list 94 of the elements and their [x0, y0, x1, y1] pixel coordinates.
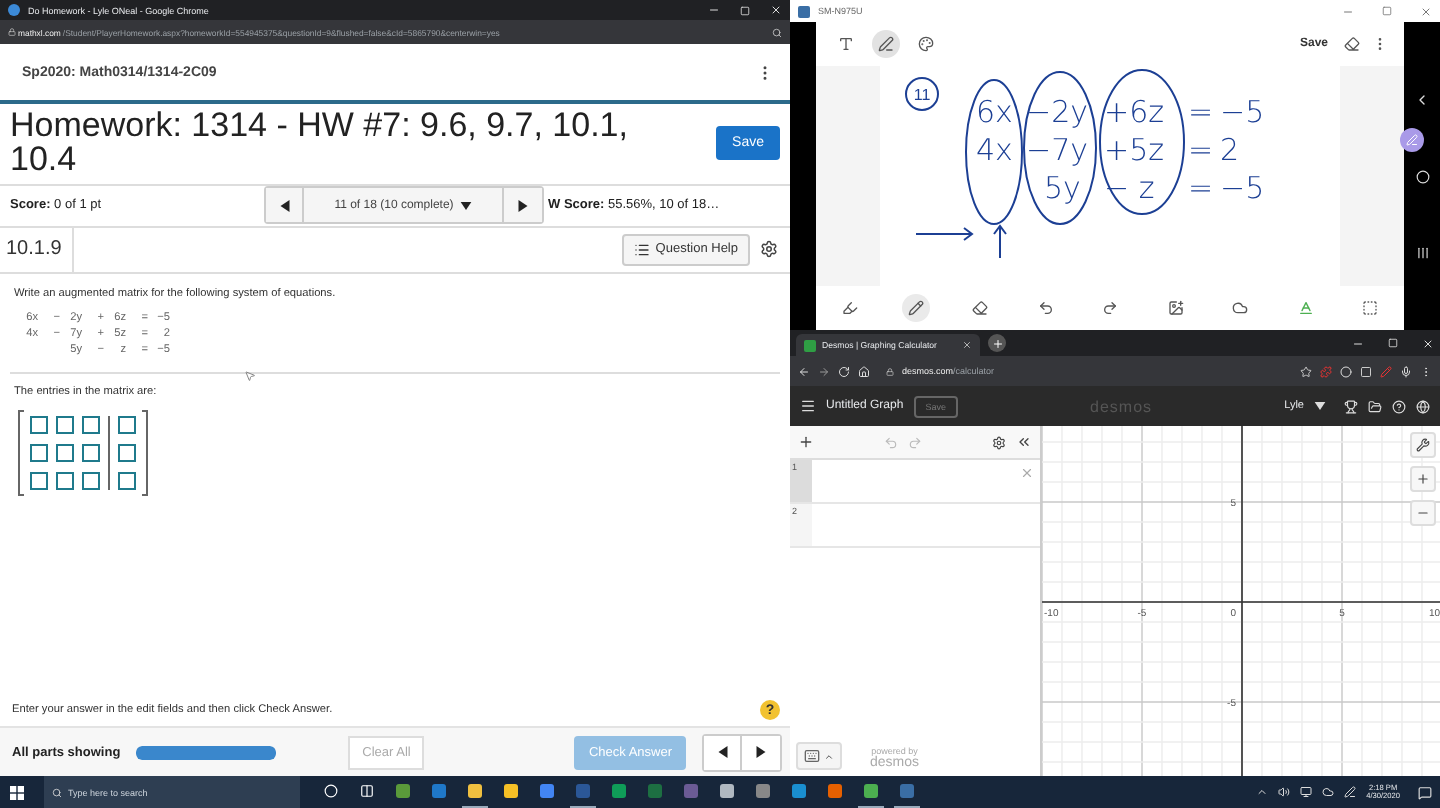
minus-icon [1416, 506, 1430, 520]
reload-icon[interactable] [838, 365, 850, 377]
augment-divider [108, 415, 110, 490]
eraser-icon[interactable] [1344, 36, 1360, 52]
tool-button[interactable] [872, 30, 900, 58]
image-icon [1167, 300, 1183, 316]
notifications-icon[interactable] [1418, 785, 1432, 799]
settings-icon[interactable] [760, 240, 778, 259]
handwritten-text: 4x [976, 132, 1013, 168]
arrow [993, 224, 1007, 259]
cloud-icon[interactable] [1322, 786, 1335, 798]
home-icon[interactable] [858, 365, 870, 377]
collapse-icon[interactable] [1016, 434, 1032, 450]
handwritten-text: +6z [1104, 94, 1164, 130]
chrome-favicon [8, 4, 20, 16]
help-icon[interactable] [1392, 399, 1406, 413]
triangle-right-icon [756, 746, 766, 758]
back-icon[interactable] [1414, 92, 1430, 109]
tool-button[interactable] [901, 294, 929, 322]
shape-icon [1232, 300, 1248, 316]
pen-icon [1406, 134, 1418, 146]
bookmark-star-icon[interactable] [1300, 365, 1312, 377]
zoom-icon[interactable] [772, 27, 782, 37]
keyboard-button[interactable] [796, 742, 842, 770]
cortana-icon[interactable] [324, 784, 338, 798]
handwritten-text: 5y [1044, 170, 1081, 206]
handwritten-text: 2 [1220, 132, 1240, 168]
handwritten-text: 6x [976, 94, 1013, 130]
add-item-icon[interactable] [798, 434, 814, 450]
triangle-left-icon [717, 746, 727, 758]
caret-icon [824, 751, 834, 761]
lock-icon [886, 367, 894, 375]
cursor-icon [244, 369, 256, 382]
keyboard-icon [804, 748, 820, 764]
triangle-left-icon [279, 199, 289, 212]
volume-icon[interactable] [1278, 786, 1291, 798]
handwritten-text: = [1188, 170, 1214, 206]
handwritten-text: = [1188, 94, 1214, 130]
new-tab-button[interactable] [988, 334, 1007, 352]
zoom-in-button[interactable] [1410, 466, 1436, 492]
previous-button[interactable] [704, 735, 742, 769]
trophy-icon[interactable] [1344, 399, 1358, 413]
network-icon[interactable] [1300, 786, 1313, 798]
previous-question-button[interactable] [266, 188, 304, 223]
matrix-bracket [18, 409, 24, 496]
graph-settings-button[interactable] [1410, 432, 1436, 458]
pen-icon[interactable] [1344, 786, 1357, 798]
minimize-icon[interactable] [708, 4, 720, 16]
handwritten-text: −2y [1026, 94, 1088, 130]
language-icon[interactable] [1416, 399, 1430, 413]
caret-icon [459, 201, 472, 210]
forward-icon[interactable] [818, 365, 830, 377]
handwritten-text: = [1188, 132, 1214, 168]
tray-overflow-icon[interactable] [1256, 786, 1269, 798]
lock-icon [8, 28, 16, 36]
handwritten-text: −7y [1026, 132, 1088, 168]
triangle-right-icon [518, 199, 528, 212]
menu-icon[interactable] [800, 398, 816, 414]
arrow [915, 227, 974, 241]
app-icon [798, 5, 810, 17]
home-icon[interactable] [1415, 169, 1429, 184]
recent-apps-icon[interactable] [1415, 245, 1429, 260]
pen-icon [907, 300, 923, 316]
minimize-icon[interactable] [1352, 337, 1364, 349]
search-icon [52, 787, 62, 797]
desmos-favicon [804, 339, 816, 351]
matrix-bracket [142, 409, 148, 496]
circled-number-mark [905, 77, 939, 111]
task-view-icon[interactable] [360, 784, 374, 798]
palette-icon [918, 36, 934, 52]
undo-icon [1037, 300, 1053, 316]
eraser-icon [972, 300, 988, 316]
redo-icon [1102, 300, 1118, 316]
parts-progress-bar [136, 745, 277, 759]
list-icon [633, 241, 650, 258]
settings-icon[interactable] [992, 435, 1006, 449]
text-icon [1297, 300, 1313, 316]
text-icon [838, 36, 854, 52]
folder-icon[interactable] [1368, 399, 1382, 413]
windows-start-icon[interactable] [10, 785, 24, 799]
select-icon [1362, 300, 1378, 316]
pen-icon [878, 36, 894, 52]
handwritten-text: −5 [1220, 170, 1265, 206]
caret-icon [1314, 402, 1326, 410]
wrench-icon [1416, 438, 1430, 452]
microphone-icon[interactable] [1400, 365, 1412, 377]
handwritten-text: 11 [913, 86, 931, 104]
homework-title: Homework: 1314 - HW #7: 9.6, 9.7, 10.1, 10.4 [10, 108, 630, 178]
handwritten-text: −5 [1220, 94, 1265, 130]
plus-icon [991, 337, 1004, 349]
marker-icon [842, 300, 858, 316]
question-number: 10.1.9 [0, 227, 74, 272]
handwritten-text: +5z [1104, 132, 1164, 168]
plus-icon [1416, 472, 1430, 486]
